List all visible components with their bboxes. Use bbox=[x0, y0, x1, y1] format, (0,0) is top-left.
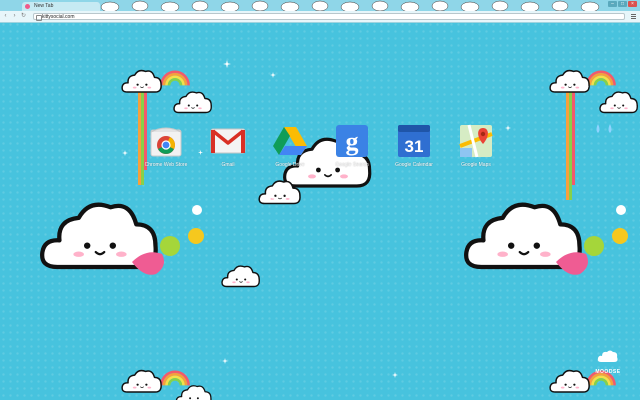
address-bar[interactable]: kittysocial.com bbox=[33, 13, 625, 21]
cloud-rainbow-decoration bbox=[549, 69, 638, 200]
minimize-icon[interactable]: – bbox=[608, 1, 617, 7]
google-search-icon: g bbox=[333, 124, 371, 158]
brand-cloud-icon bbox=[597, 350, 618, 362]
cloud-rainbow-decoration bbox=[121, 369, 212, 400]
app-google-maps[interactable]: Google Maps bbox=[446, 124, 506, 168]
cloud-rainbow-decoration bbox=[549, 369, 616, 393]
chrome-web-store-icon bbox=[147, 124, 185, 158]
browser-toolbar: ‹ › ↻ kittysocial.com bbox=[0, 11, 640, 23]
maximize-icon[interactable]: □ bbox=[618, 1, 627, 7]
page-icon bbox=[36, 15, 42, 21]
app-google-search[interactable]: g Google Search bbox=[322, 124, 382, 168]
svg-text:g: g bbox=[346, 127, 359, 156]
app-gmail[interactable]: Gmail bbox=[198, 124, 258, 168]
tab-title: New Tab bbox=[34, 3, 54, 9]
app-label: Google Drive bbox=[275, 162, 305, 168]
sparkles-decoration bbox=[122, 60, 589, 378]
app-label: Google Maps bbox=[461, 162, 491, 168]
tab-strip: New Tab – □ × bbox=[0, 0, 640, 11]
big-cloud-decoration bbox=[36, 190, 204, 275]
big-cloud-decoration bbox=[460, 190, 628, 275]
gmail-icon bbox=[209, 124, 247, 158]
close-icon[interactable]: × bbox=[628, 1, 637, 7]
app-label: Chrome Web Store bbox=[144, 162, 188, 168]
reload-icon[interactable]: ↻ bbox=[20, 13, 27, 20]
small-cloud-decoration bbox=[221, 265, 261, 288]
menu-icon[interactable] bbox=[630, 13, 637, 20]
app-label: Google Search bbox=[335, 162, 369, 168]
google-drive-icon bbox=[271, 124, 309, 158]
google-calendar-icon: 31 bbox=[395, 124, 433, 158]
google-maps-icon bbox=[457, 124, 495, 158]
brand-text: MOODSE bbox=[595, 369, 621, 375]
app-label: Google Calendar bbox=[395, 162, 433, 168]
app-label: Gmail bbox=[221, 162, 235, 168]
app-google-calendar[interactable]: 31 Google Calendar bbox=[384, 124, 444, 168]
theme-brand: MOODSE bbox=[592, 349, 624, 375]
tab-new-tab[interactable]: New Tab bbox=[22, 2, 100, 11]
app-chrome-web-store[interactable]: Chrome Web Store bbox=[136, 124, 196, 168]
address-text: kittysocial.com bbox=[42, 14, 75, 20]
tab-favicon-icon bbox=[25, 4, 30, 9]
app-google-drive[interactable]: Google Drive bbox=[260, 124, 320, 168]
back-icon[interactable]: ‹ bbox=[2, 13, 9, 20]
calendar-badge: 31 bbox=[405, 137, 424, 156]
forward-icon[interactable]: › bbox=[11, 13, 18, 20]
